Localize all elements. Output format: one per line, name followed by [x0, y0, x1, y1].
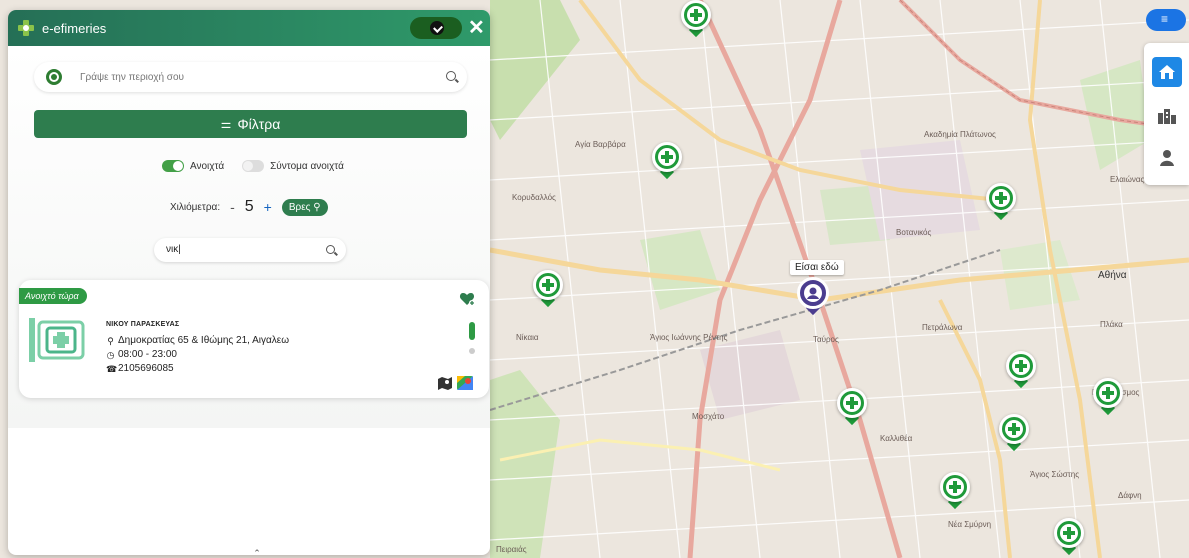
- map-label: Ακαδημία Πλάτωνος: [924, 130, 996, 139]
- map-label: Πλάκα: [1100, 320, 1123, 329]
- google-maps-icon[interactable]: [457, 376, 473, 390]
- map-side-controls: [1144, 43, 1189, 185]
- pharmacy-card[interactable]: Ανοιχτό τώρα ΝΙΚΟΥ ΠΑΡΑΣΚΕΥΑΣ ⚲ Δημοκρατί…: [19, 280, 489, 398]
- open-toggle[interactable]: [162, 160, 184, 172]
- pharmacy-pin[interactable]: [681, 0, 711, 38]
- map-label: Ταύρος: [813, 335, 839, 344]
- map-label: Πετράλωνα: [922, 323, 963, 332]
- map-label: Πειραιάς: [496, 545, 527, 554]
- phone-icon: ☎: [106, 364, 118, 374]
- collapse-toggle[interactable]: [410, 17, 462, 39]
- distance-plus-button[interactable]: +: [264, 199, 272, 215]
- map-label: Αγία Βαρβάρα: [575, 140, 626, 149]
- you-are-here-label: Είσαι εδώ: [790, 260, 844, 275]
- filters-label: Φίλτρα: [237, 116, 281, 132]
- filters-button[interactable]: ⚌ Φίλτρα: [34, 110, 467, 138]
- name-search-value: νικ|: [166, 244, 181, 255]
- pharmacy-name: ΝΙΚΟΥ ΠΑΡΑΣΚΕΥΑΣ: [106, 321, 180, 328]
- pharmacy-pin[interactable]: [1006, 351, 1036, 389]
- pharmacy-pin[interactable]: [1093, 378, 1123, 416]
- buildings-icon: [1158, 109, 1176, 124]
- name-search-box[interactable]: νικ|: [154, 238, 346, 262]
- logo-icon: [18, 20, 34, 36]
- search-icon[interactable]: [326, 245, 335, 254]
- pharmacy-home-button[interactable]: [1152, 57, 1182, 87]
- favorite-add-icon[interactable]: [459, 292, 475, 306]
- map-icon[interactable]: [437, 376, 453, 390]
- locate-icon[interactable]: [46, 69, 62, 85]
- pharmacy-pin[interactable]: [986, 183, 1016, 221]
- distance-value: 5: [244, 198, 254, 215]
- sliders-icon: ⚌: [220, 117, 232, 131]
- pharmacy-sign-icon: [29, 318, 85, 362]
- map-label: Ελαιώνας: [1110, 175, 1145, 184]
- search-panel: e-efimeries ✕ ⚌ Φίλτρα Ανοιχτά Σύντομα α…: [8, 10, 490, 555]
- distance-label: Χιλιόμετρα:: [170, 201, 221, 213]
- chevron-down-icon: [430, 21, 444, 35]
- map-label: Νέα Σμύρνη: [948, 520, 992, 529]
- pharmacy-pin[interactable]: [999, 414, 1029, 452]
- map-label: Κορυδαλλός: [512, 193, 556, 202]
- map-label: Αθήνα: [1098, 270, 1127, 281]
- find-button-label: Βρες: [288, 201, 311, 213]
- pharmacy-hours: 08:00 - 23:00: [118, 349, 177, 360]
- panel-header: e-efimeries ✕: [8, 10, 490, 46]
- map-label: Άγιος Σώστης: [1030, 470, 1080, 479]
- open-status-indicator: [469, 322, 475, 340]
- current-location-pin[interactable]: [797, 277, 829, 317]
- clock-icon: ◷: [106, 350, 115, 360]
- distance-minus-button[interactable]: -: [230, 199, 235, 215]
- close-button[interactable]: ✕: [468, 17, 485, 39]
- map-label: Άγιος Ιωάννης Ρέντης: [650, 333, 728, 342]
- map-label: Βοτανικός: [896, 228, 932, 237]
- brand: e-efimeries: [16, 18, 106, 38]
- map-links: [437, 376, 473, 390]
- layers-button[interactable]: [1146, 9, 1186, 31]
- pharmacy-phone[interactable]: 2105696085: [118, 362, 174, 376]
- open-now-badge: Ανοιχτό τώρα: [19, 288, 87, 304]
- pharmacy-address: Δημοκρατίας 65 & Ιθώμης 21, Αιγαλεω: [118, 335, 290, 346]
- user-button[interactable]: [1152, 143, 1182, 173]
- soon-open-toggle[interactable]: [242, 160, 265, 172]
- open-toggle-label: Ανοιχτά: [190, 160, 225, 172]
- map-label: Καλλιθέα: [880, 434, 913, 443]
- search-icon: ⚲: [310, 201, 321, 213]
- pharmacy-pin[interactable]: [652, 142, 682, 180]
- distance-control: Χιλιόμετρα: - 5 + Βρες ⚲: [170, 198, 328, 216]
- pharmacy-info: ΝΙΚΟΥ ΠΑΡΑΣΚΕΥΑΣ ⚲ Δημοκρατίας 65 & Ιθώμη…: [106, 318, 289, 376]
- pharmacy-pin[interactable]: [837, 388, 867, 426]
- search-icon[interactable]: [446, 71, 456, 81]
- area-search-input[interactable]: [80, 68, 430, 86]
- home-icon: [1159, 65, 1175, 79]
- pharmacy-pin[interactable]: [533, 270, 563, 308]
- map-label: Δάφνη: [1118, 491, 1142, 500]
- pharmacy-pin[interactable]: [1054, 518, 1084, 556]
- find-button[interactable]: Βρες ⚲: [281, 198, 328, 216]
- buildings-button[interactable]: [1152, 101, 1182, 131]
- soon-open-toggle-label: Σύντομα ανοιχτά: [270, 160, 344, 172]
- status-toggles: Ανοιχτά Σύντομα ανοιχτά: [162, 160, 344, 172]
- area-search-box: [34, 62, 467, 92]
- map-label: Μοσχάτο: [692, 412, 725, 421]
- user-icon: [1160, 150, 1174, 166]
- pharmacy-pin[interactable]: [940, 472, 970, 510]
- map-label: Νίκαια: [516, 333, 539, 342]
- user-location-icon: [804, 284, 822, 302]
- location-pin-icon: ⚲: [107, 336, 114, 346]
- app-title: e-efimeries: [42, 20, 107, 36]
- soon-status-indicator: [469, 348, 475, 354]
- expand-chevron-icon[interactable]: ⌃: [244, 548, 270, 555]
